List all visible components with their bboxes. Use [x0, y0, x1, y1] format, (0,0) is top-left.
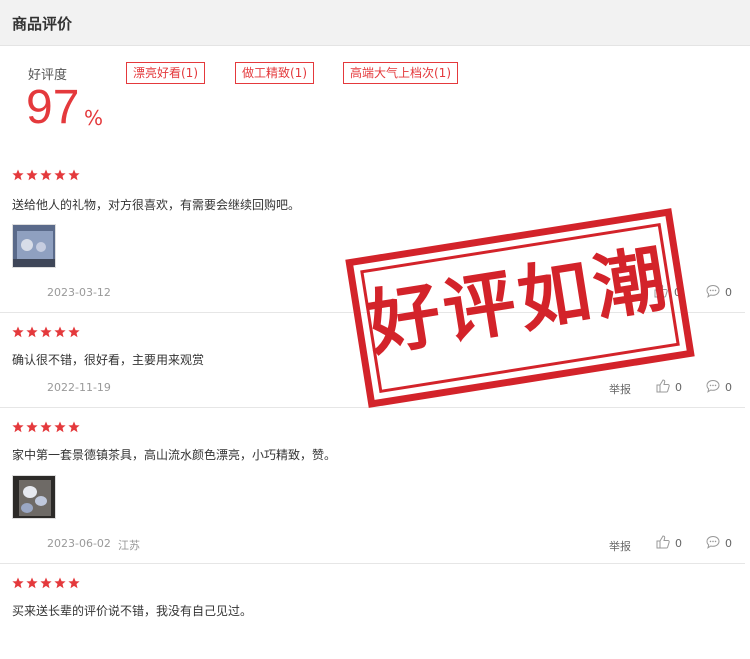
comment-count: 0	[725, 286, 732, 299]
star-icon	[26, 421, 38, 433]
star-icon	[54, 326, 66, 338]
star-icon	[54, 577, 66, 589]
stamp-inner-border	[360, 222, 680, 394]
star-icon	[12, 577, 24, 589]
positive-rate-value: 97	[26, 81, 80, 134]
star-icon	[40, 326, 52, 338]
star-icon	[40, 169, 52, 181]
review-text: 买来送长辈的评价说不错，我没有自己见过。	[12, 604, 253, 618]
star-icon	[68, 326, 80, 338]
section-title: 商品评价	[12, 15, 73, 33]
review-divider	[0, 312, 745, 313]
star-icon	[68, 577, 80, 589]
like-count: 0	[675, 537, 682, 550]
positive-rate-unit: %	[84, 106, 104, 130]
star-rating	[12, 577, 80, 591]
star-icon	[12, 421, 24, 433]
tag-fine-workmanship[interactable]: 做工精致(1)	[235, 62, 314, 84]
star-icon	[54, 421, 66, 433]
review-photo-thumbnail[interactable]	[12, 224, 56, 268]
tag-pretty[interactable]: 漂亮好看(1)	[126, 62, 205, 84]
star-icon	[68, 169, 80, 181]
star-rating	[12, 421, 80, 435]
comment-icon[interactable]	[706, 284, 720, 298]
stamp-outer-border	[345, 208, 695, 408]
comment-count: 0	[725, 537, 732, 550]
star-icon	[12, 326, 24, 338]
stamp-text: 好评如潮	[362, 235, 676, 367]
review-text: 送给他人的礼物，对方很喜欢，有需要会继续回购吧。	[12, 198, 301, 212]
star-icon	[26, 577, 38, 589]
review-date: 2022-11-19	[47, 381, 111, 394]
review-location: 江苏	[118, 539, 140, 552]
product-reviews-page: 商品评价 好评度 97 % 漂亮好看(1) 做工精致(1) 高端大气上档次(1)…	[0, 0, 750, 659]
star-icon	[40, 421, 52, 433]
review-date: 2023-03-12	[47, 286, 111, 299]
review-text: 家中第一套景德镇茶具，高山流水颜色漂亮，小巧精致，赞。	[12, 448, 337, 462]
like-count: 0	[675, 381, 682, 394]
thumbs-up-icon[interactable]	[654, 284, 668, 298]
stamp-overlay: 好评如潮	[345, 208, 695, 408]
star-icon	[54, 169, 66, 181]
star-icon	[40, 577, 52, 589]
thumbs-up-icon[interactable]	[656, 379, 670, 393]
review-text: 确认很不错，很好看，主要用来观赏	[12, 353, 205, 367]
review-photo-thumbnail[interactable]	[12, 475, 56, 519]
review-divider	[0, 563, 745, 564]
like-count: 0	[674, 286, 681, 299]
report-link[interactable]: 举报	[609, 381, 631, 397]
comment-icon[interactable]	[706, 535, 720, 549]
star-icon	[26, 169, 38, 181]
review-date: 2023-06-02	[47, 537, 111, 550]
star-rating	[12, 326, 80, 340]
tag-high-end[interactable]: 高端大气上档次(1)	[343, 62, 458, 84]
star-icon	[26, 326, 38, 338]
review-divider	[0, 407, 745, 408]
section-header: 商品评价	[0, 0, 750, 46]
comment-icon[interactable]	[706, 379, 720, 393]
star-icon	[68, 421, 80, 433]
thumbs-up-icon[interactable]	[656, 535, 670, 549]
star-rating	[12, 169, 80, 183]
report-link[interactable]: 举报	[609, 538, 631, 554]
star-icon	[12, 169, 24, 181]
comment-count: 0	[725, 381, 732, 394]
